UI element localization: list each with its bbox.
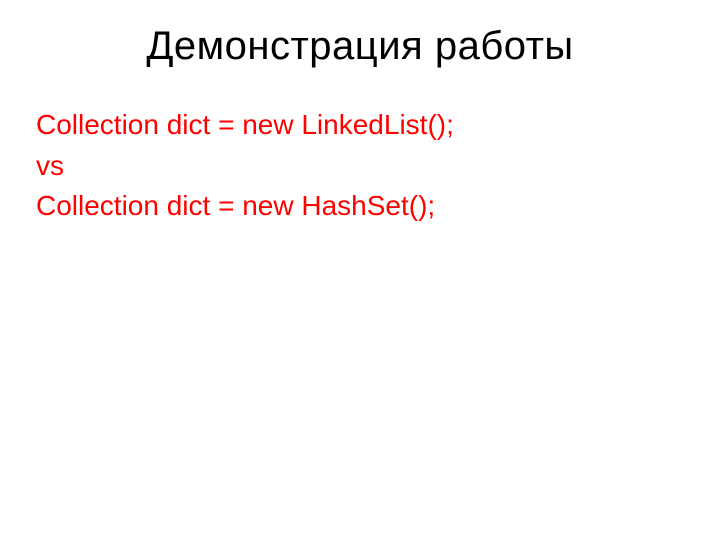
slide-title: Демонстрация работы (36, 24, 684, 69)
code-line: Collection dict = new HashSet(); (36, 186, 684, 227)
vs-line: vs (36, 146, 684, 187)
slide-body: Collection dict = new LinkedList(); vs C… (36, 105, 684, 227)
slide: Демонстрация работы Collection dict = ne… (0, 0, 720, 540)
code-line: Collection dict = new LinkedList(); (36, 105, 684, 146)
